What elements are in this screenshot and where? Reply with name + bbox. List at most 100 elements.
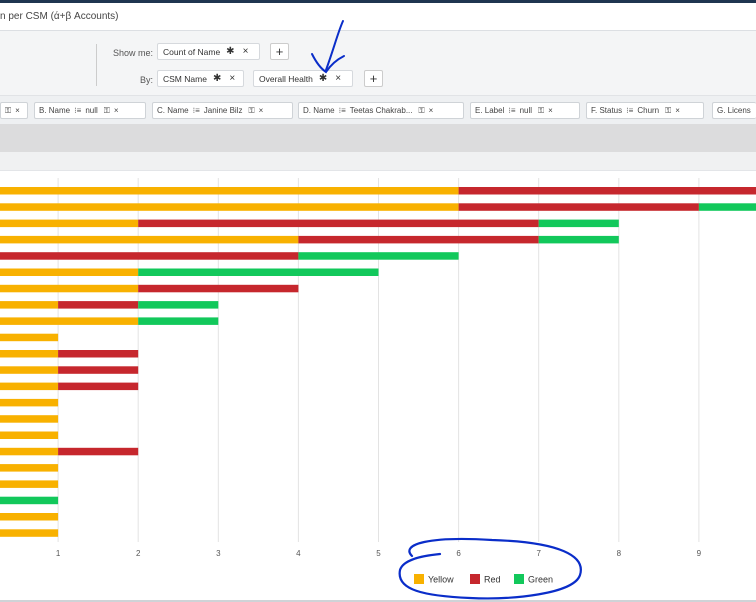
legend-swatch (514, 574, 524, 584)
bar-yellow-row-16[interactable] (0, 431, 59, 440)
filter-value: null (519, 106, 533, 115)
close-icon[interactable]: × (114, 106, 119, 115)
operator-icon: ⁝≡ (74, 106, 82, 115)
report-title: n per CSM (ά+β Accounts) (0, 11, 119, 22)
show-me-pill-count-of-name[interactable]: Count of Name ✱ × (157, 43, 260, 60)
bar-yellow-row-12[interactable] (0, 366, 59, 374)
bar-yellow-row-4[interactable] (0, 235, 299, 244)
x-tick-label: 8 (617, 549, 622, 558)
gear-icon[interactable]: ✱ (226, 46, 234, 57)
bar-green-row-5[interactable] (298, 252, 459, 260)
filter-name: C. Name (157, 106, 189, 115)
add-grouping-button[interactable]: + (364, 70, 383, 87)
x-tick-label: 5 (376, 549, 381, 558)
show-me-label: Show me: (113, 48, 154, 58)
operator-icon: ⁝≡ (192, 106, 200, 115)
bar-green-row-6[interactable] (138, 268, 379, 277)
filter-chip-d[interactable]: D. Name ⁝≡ Teetas Chakrab... ⚿ × (298, 102, 464, 119)
bar-yellow-row-13[interactable] (0, 382, 59, 391)
bar-green-row-3[interactable] (538, 219, 619, 228)
chart-header-band (0, 124, 756, 152)
bar-yellow-row-15[interactable] (0, 415, 59, 423)
filter-name: B. Name (39, 106, 71, 115)
close-icon[interactable]: × (675, 106, 680, 115)
lock-icon[interactable]: ⚿ (5, 106, 11, 116)
bar-red-row-13[interactable] (58, 382, 139, 391)
lock-icon[interactable]: ⚿ (538, 106, 544, 116)
gear-icon[interactable]: ✱ (213, 73, 221, 84)
close-icon[interactable]: × (429, 106, 434, 115)
bar-yellow-row-21[interactable] (0, 513, 59, 521)
bar-yellow-row-7[interactable] (0, 284, 139, 293)
filter-chip-e[interactable]: E. Label ⁝≡ null ⚿ × (470, 102, 580, 119)
bar-green-row-4[interactable] (538, 235, 619, 244)
x-tick-label: 1 (56, 549, 61, 558)
close-icon[interactable]: × (229, 73, 235, 84)
bar-red-row-7[interactable] (138, 284, 299, 293)
add-measure-button[interactable]: + (270, 43, 289, 60)
filter-bar: ⚿ × B. Name ⁝≡ null ⚿ × C. Name ⁝≡ Janin… (0, 96, 756, 124)
chart-legend[interactable]: Yellow Red Green (414, 574, 553, 585)
bar-red-row-1[interactable] (458, 187, 756, 195)
bar-red-row-5[interactable] (0, 252, 299, 260)
bar-red-row-11[interactable] (58, 350, 139, 358)
bar-yellow-row-1[interactable] (0, 187, 459, 195)
bar-red-row-17[interactable] (58, 447, 139, 456)
filter-chip-f[interactable]: F. Status ⁝≡ Churn ⚿ × (586, 102, 704, 119)
filter-value: null (85, 106, 98, 115)
bar-yellow-row-11[interactable] (0, 350, 59, 358)
bar-green-row-2[interactable] (698, 203, 756, 211)
handwritten-arrow-annotation (311, 20, 345, 74)
bar-yellow-row-9[interactable] (0, 317, 139, 325)
close-icon[interactable]: × (548, 106, 553, 115)
bar-yellow-row-10[interactable] (0, 333, 59, 342)
filter-chip-g[interactable]: G. Licens (712, 102, 756, 119)
x-tick-label: 7 (536, 549, 541, 558)
filter-chip-b[interactable]: B. Name ⁝≡ null ⚿ × (34, 102, 146, 119)
legend-item-red[interactable]: Red (470, 574, 501, 585)
lock-icon[interactable]: ⚿ (104, 106, 110, 116)
legend-item-green[interactable]: Green (514, 574, 553, 585)
legend-item-yellow[interactable]: Yellow (414, 574, 454, 585)
bar-yellow-row-3[interactable] (0, 219, 139, 228)
bar-yellow-row-2[interactable] (0, 203, 459, 211)
bar-green-row-8[interactable] (138, 301, 219, 309)
lock-icon[interactable]: ⚿ (418, 106, 424, 116)
bar-red-row-12[interactable] (58, 366, 139, 374)
x-tick-label: 6 (456, 549, 461, 558)
filter-name: D. Name (303, 106, 335, 115)
bar-yellow-row-22[interactable] (0, 529, 59, 537)
bar-red-row-3[interactable] (138, 219, 539, 228)
operator-icon: ⁝≡ (338, 106, 346, 115)
filter-name: F. Status (591, 106, 623, 115)
bar-green-row-9[interactable] (138, 317, 219, 325)
pill-label: Count of Name (163, 46, 221, 57)
bar-green-row-20[interactable] (0, 496, 59, 505)
filter-name: E. Label (475, 106, 505, 115)
bar-yellow-row-8[interactable] (0, 301, 59, 309)
close-icon[interactable]: × (15, 106, 20, 115)
config-divider (96, 44, 97, 86)
bar-yellow-row-17[interactable] (0, 447, 59, 456)
lock-icon[interactable]: ⚿ (665, 106, 671, 116)
x-tick-label: 9 (697, 549, 702, 558)
by-pill-csm-name[interactable]: CSM Name ✱ × (157, 70, 244, 87)
close-icon[interactable]: × (259, 106, 264, 115)
x-tick-label: 4 (296, 549, 301, 558)
bar-red-row-8[interactable] (58, 301, 139, 309)
filter-chip-a[interactable]: ⚿ × (0, 102, 28, 119)
lock-icon[interactable]: ⚿ (248, 106, 254, 116)
bar-yellow-row-18[interactable] (0, 464, 59, 472)
close-icon[interactable]: × (243, 46, 249, 57)
bar-yellow-row-19[interactable] (0, 480, 59, 488)
bar-red-row-2[interactable] (458, 203, 699, 211)
operator-icon: ⁝≡ (508, 106, 516, 115)
bar-yellow-row-14[interactable] (0, 398, 59, 407)
filter-name: G. Licens (717, 106, 751, 115)
handwritten-circle-annotation (398, 537, 582, 600)
bar-red-row-4[interactable] (298, 235, 539, 244)
bar-yellow-row-6[interactable] (0, 268, 139, 277)
filter-chip-c[interactable]: C. Name ⁝≡ Janine Bilz ⚿ × (152, 102, 293, 119)
chart-config-panel: Show me: Count of Name ✱ × + By: CSM Nam… (0, 31, 756, 96)
legend-label: Red (484, 575, 501, 585)
